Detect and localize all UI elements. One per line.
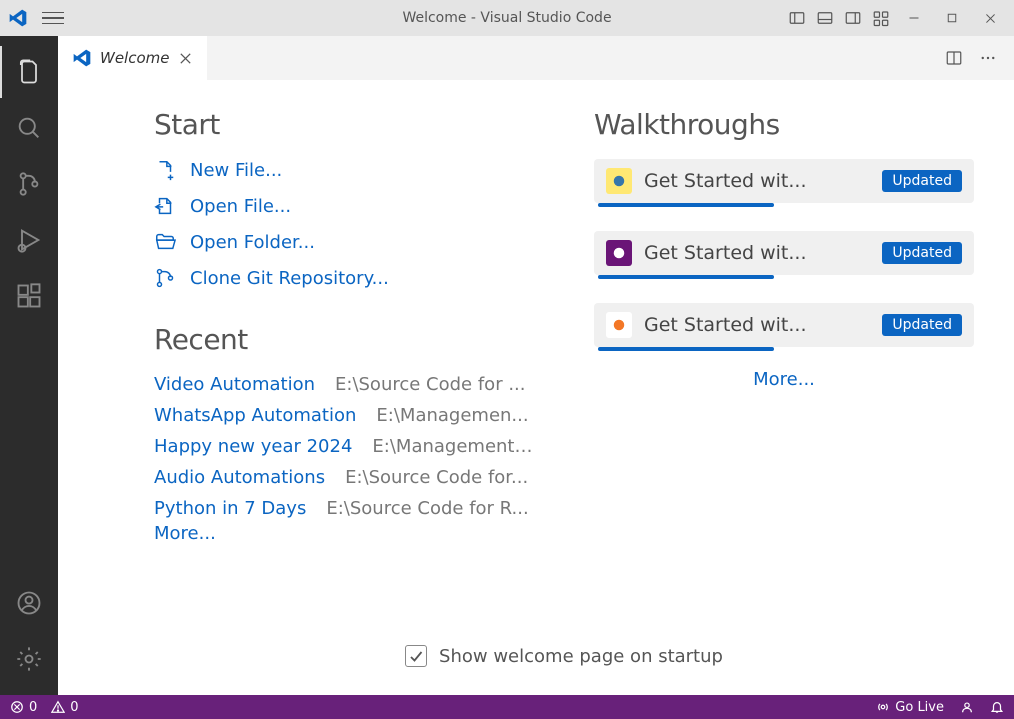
recent-item-path: E:\Source Code for... <box>345 467 528 488</box>
walkthrough-label: Get Started wit... <box>644 242 870 264</box>
status-feedback[interactable] <box>960 700 974 714</box>
walkthroughs-more-link[interactable]: More... <box>753 369 815 390</box>
window-maximize-button[interactable] <box>934 5 970 31</box>
walkthrough-badge: Updated <box>882 242 962 264</box>
activity-bar <box>0 36 58 695</box>
start-clone-repo[interactable]: Clone Git Repository... <box>154 267 534 289</box>
start-open-file[interactable]: Open File... <box>154 195 534 217</box>
window-close-button[interactable] <box>972 5 1008 31</box>
recent-item[interactable]: WhatsApp Automation E:\Managemen... <box>154 405 534 426</box>
python-icon <box>606 168 632 194</box>
walkthrough-badge: Updated <box>882 314 962 336</box>
activity-extensions[interactable] <box>0 270 58 322</box>
start-open-folder[interactable]: Open Folder... <box>154 231 534 253</box>
start-item-label: Open File... <box>190 196 291 217</box>
customize-layout-icon[interactable] <box>868 5 894 31</box>
editor-tabs: Welcome <box>58 36 1014 80</box>
status-go-live[interactable]: Go Live <box>876 700 944 715</box>
recent-item[interactable]: Audio Automations E:\Source Code for... <box>154 467 534 488</box>
cpp-icon <box>606 240 632 266</box>
start-heading: Start <box>154 108 534 141</box>
recent-item-name[interactable]: Video Automation <box>154 374 315 395</box>
titlebar: Welcome - Visual Studio Code <box>0 0 1014 36</box>
status-notifications[interactable] <box>990 700 1004 714</box>
activity-source-control[interactable] <box>0 158 58 210</box>
status-errors-count: 0 <box>29 700 37 715</box>
status-bar: 0 0 Go Live <box>0 695 1014 719</box>
welcome-page: Start New File... Open File... Open F <box>58 80 1014 695</box>
window-minimize-button[interactable] <box>896 5 932 31</box>
split-editor-button[interactable] <box>940 44 968 72</box>
recent-item[interactable]: Video Automation E:\Source Code for ... <box>154 374 534 395</box>
tab-label: Welcome <box>100 49 170 67</box>
walkthrough-label: Get Started wit... <box>644 170 870 192</box>
recent-item-name[interactable]: Happy new year 2024 <box>154 436 352 457</box>
walkthrough-card[interactable]: Get Started wit... Updated <box>594 231 974 275</box>
start-new-file[interactable]: New File... <box>154 159 534 181</box>
walkthrough-label: Get Started wit... <box>644 314 870 336</box>
recent-item-name[interactable]: Audio Automations <box>154 467 325 488</box>
jupyter-icon <box>606 312 632 338</box>
recent-item-path: E:\Management ... <box>372 436 534 457</box>
show-on-startup-label: Show welcome page on startup <box>439 646 723 667</box>
status-warnings[interactable]: 0 <box>51 700 78 715</box>
walkthroughs-heading: Walkthroughs <box>594 108 974 141</box>
start-item-label: Clone Git Repository... <box>190 268 389 289</box>
show-on-startup-checkbox[interactable] <box>405 645 427 667</box>
walkthrough-card[interactable]: Get Started wit... Updated <box>594 303 974 347</box>
start-item-label: Open Folder... <box>190 232 315 253</box>
activity-settings[interactable] <box>0 633 58 685</box>
status-errors[interactable]: 0 <box>10 700 37 715</box>
recent-more-link[interactable]: More... <box>154 523 534 544</box>
tab-close-button[interactable] <box>178 51 193 66</box>
layout-panel-bottom-icon[interactable] <box>812 5 838 31</box>
layout-sidebar-right-icon[interactable] <box>840 5 866 31</box>
editor-more-actions-button[interactable] <box>974 44 1002 72</box>
activity-search[interactable] <box>0 102 58 154</box>
recent-item-path: E:\Managemen... <box>376 405 528 426</box>
layout-sidebar-left-icon[interactable] <box>784 5 810 31</box>
status-go-live-label: Go Live <box>895 700 944 715</box>
walkthrough-badge: Updated <box>882 170 962 192</box>
walkthrough-card[interactable]: Get Started wit... Updated <box>594 159 974 203</box>
start-item-label: New File... <box>190 160 282 181</box>
vscode-logo-icon <box>72 48 92 68</box>
activity-explorer[interactable] <box>0 46 58 98</box>
recent-item-path: E:\Source Code for ... <box>335 374 526 395</box>
recent-heading: Recent <box>154 323 534 356</box>
status-warnings-count: 0 <box>70 700 78 715</box>
recent-item-name[interactable]: WhatsApp Automation <box>154 405 356 426</box>
recent-item-path: E:\Source Code for R... <box>326 498 528 519</box>
activity-run-debug[interactable] <box>0 214 58 266</box>
menu-button[interactable] <box>42 7 64 29</box>
recent-item[interactable]: Python in 7 Days E:\Source Code for R... <box>154 498 534 519</box>
vscode-logo-icon <box>8 8 28 28</box>
recent-item-name[interactable]: Python in 7 Days <box>154 498 306 519</box>
activity-accounts[interactable] <box>0 577 58 629</box>
tab-welcome[interactable]: Welcome <box>58 36 208 80</box>
recent-item[interactable]: Happy new year 2024 E:\Management ... <box>154 436 534 457</box>
